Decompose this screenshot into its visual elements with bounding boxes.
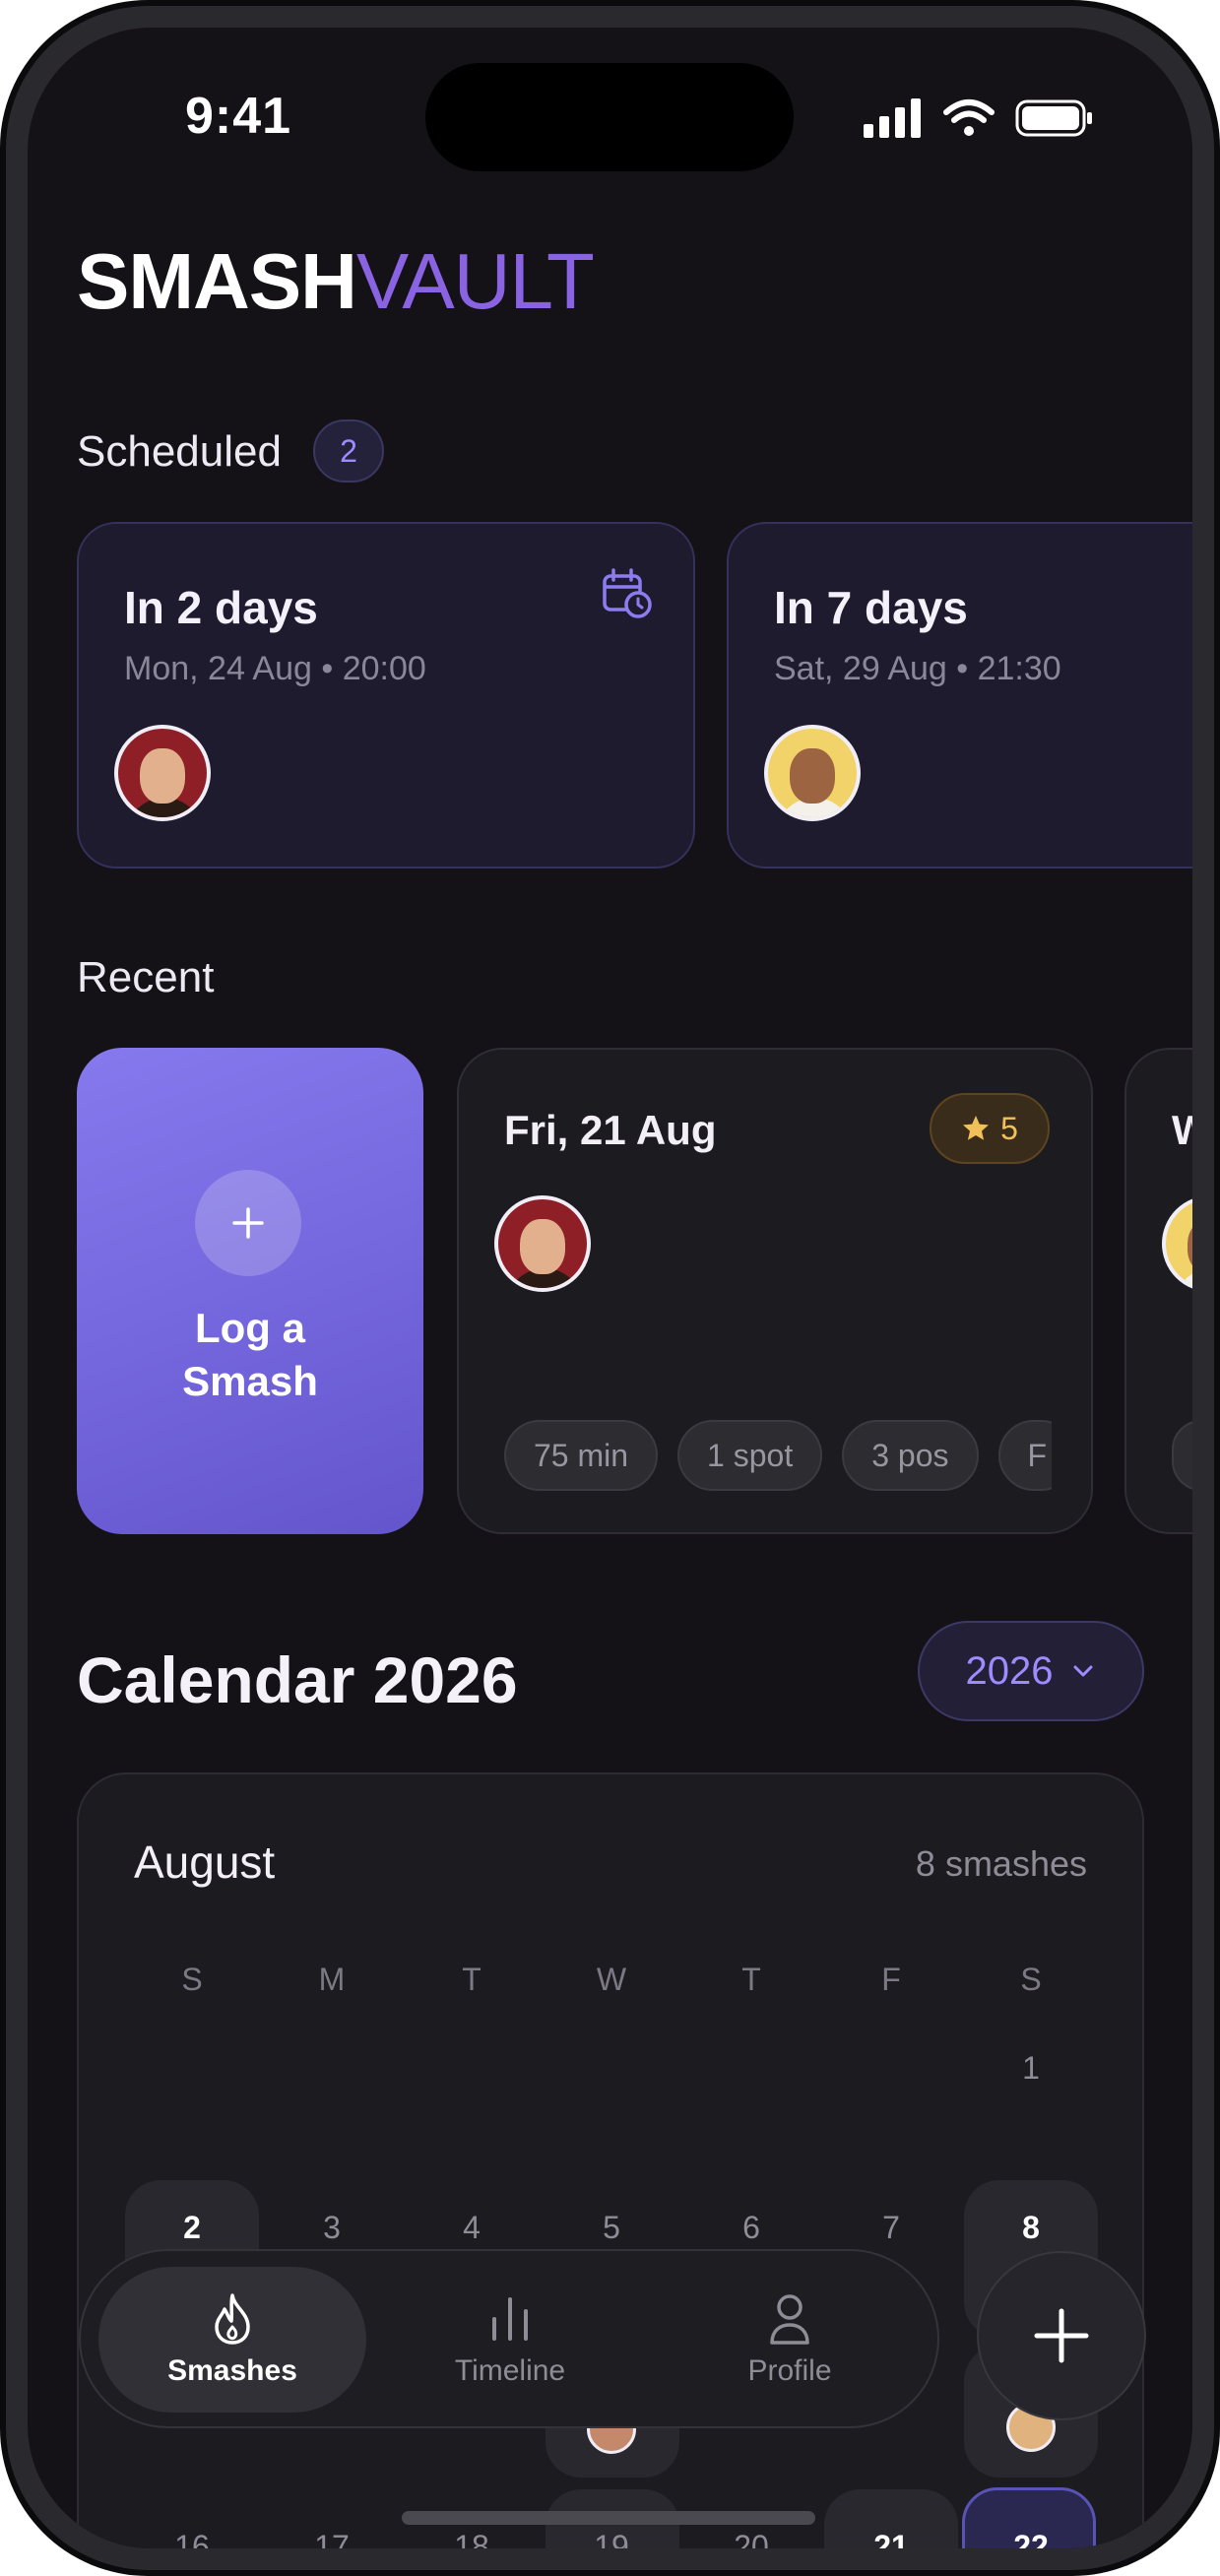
battery-icon	[1015, 99, 1092, 137]
calendar-clock-icon[interactable]	[601, 567, 654, 620]
log-smash-button[interactable]: Log a Smash	[77, 1048, 423, 1534]
calendar-title: Calendar 2026	[77, 1643, 518, 1716]
rating-badge: 5	[930, 1093, 1050, 1164]
month-count: 8 smashes	[915, 1843, 1087, 1884]
calendar-day[interactable]: 19	[542, 2529, 681, 2548]
calendar-day[interactable]: 20	[681, 2529, 821, 2548]
scheduled-card[interactable]: In 7 days Sat, 29 Aug • 21:30	[727, 522, 1192, 869]
status-time: 9:41	[185, 88, 292, 145]
calendar-day[interactable]: 22	[961, 2529, 1101, 2548]
weekday-label: W	[596, 1962, 627, 1997]
flame-icon	[215, 2293, 250, 2345]
weekday-label: S	[1020, 1962, 1042, 1997]
plus-icon	[1034, 2308, 1089, 2363]
stat-chips: 75 min 1 spot 3 pos F	[504, 1420, 1052, 1491]
avatar	[1162, 1195, 1192, 1292]
brand-part2: VAULT	[355, 237, 595, 325]
weekday-label: T	[741, 1962, 761, 1997]
scheduled-datetime: Mon, 24 Aug • 20:00	[124, 650, 426, 687]
calendar-day[interactable]: 16	[122, 2529, 262, 2548]
calendar-day[interactable]: 5	[542, 2210, 681, 2246]
nav-label: Smashes	[167, 2354, 297, 2387]
weekday-label: T	[462, 1962, 482, 1997]
log-smash-label: Log a Smash	[182, 1305, 318, 1404]
recent-date: W	[1172, 1107, 1192, 1153]
scheduled-title: Scheduled	[77, 427, 282, 476]
app-logo: SMASHVAULT	[77, 242, 595, 321]
plus-icon	[195, 1170, 301, 1276]
app-screen: 9:41 SMASHVAULT Scheduled 2 In 2 days Mo…	[28, 28, 1192, 2548]
rating-value: 5	[1000, 1110, 1018, 1146]
home-indicator	[402, 2511, 815, 2525]
stat-chip: 1 spot	[677, 1420, 823, 1491]
wifi-icon	[943, 99, 995, 136]
recent-card[interactable]: W	[1124, 1048, 1192, 1534]
scheduled-when: In 2 days	[124, 582, 318, 633]
year-dropdown[interactable]: 2026	[918, 1621, 1144, 1721]
calendar-day[interactable]: 7	[821, 2210, 961, 2246]
nav-item-smashes[interactable]: Smashes	[98, 2267, 366, 2413]
bottom-nav: Smashes Timeline Profile	[79, 2249, 939, 2428]
month-name: August	[134, 1836, 276, 1888]
add-button[interactable]	[977, 2251, 1146, 2420]
dynamic-island	[425, 63, 794, 171]
weekday-label: S	[181, 1962, 203, 1997]
scheduled-card[interactable]: In 2 days Mon, 24 Aug • 20:00	[77, 522, 695, 869]
recent-card[interactable]: Fri, 21 Aug 5 75 min 1 spot 3 pos F	[457, 1048, 1093, 1534]
calendar-day[interactable]: 8	[961, 2210, 1101, 2246]
avatar	[494, 1195, 591, 1292]
star-icon	[963, 1116, 990, 1140]
weekday-label: M	[318, 1962, 346, 1997]
brand-part1: SMASH	[77, 237, 357, 325]
chevron-down-icon	[1073, 1665, 1093, 1677]
bar-chart-icon	[492, 2297, 528, 2341]
month-card: August 8 smashes S M T W T F S 1 2 3 4 5…	[77, 1772, 1144, 2548]
nav-item-timeline[interactable]: Timeline	[376, 2267, 644, 2413]
phone-frame: 9:41 SMASHVAULT Scheduled 2 In 2 days Mo…	[0, 0, 1220, 2576]
nav-item-profile[interactable]: Profile	[656, 2267, 924, 2413]
scheduled-when: In 7 days	[774, 582, 968, 633]
weekday-label: F	[881, 1962, 901, 1997]
scheduled-datetime: Sat, 29 Aug • 21:30	[774, 650, 1061, 687]
calendar-day[interactable]: 6	[681, 2210, 821, 2246]
stat-chip: 75 min	[504, 1420, 659, 1491]
year-value: 2026	[965, 1648, 1054, 1693]
avatar	[764, 725, 861, 821]
stat-chip: F	[997, 1420, 1052, 1491]
nav-label: Timeline	[454, 2354, 566, 2387]
stat-chip	[1172, 1420, 1192, 1491]
avatar	[114, 725, 211, 821]
calendar-day[interactable]: 3	[262, 2210, 402, 2246]
recent-title: Recent	[77, 953, 215, 1001]
nav-label: Profile	[747, 2354, 832, 2387]
status-icons	[864, 98, 1094, 138]
calendar-day[interactable]: 21	[821, 2529, 961, 2548]
calendar-day[interactable]: 2	[122, 2210, 262, 2246]
calendar-day[interactable]: 17	[262, 2529, 402, 2548]
person-icon	[770, 2294, 809, 2345]
calendar-day[interactable]: 1	[961, 2050, 1101, 2087]
scheduled-count-badge: 2	[313, 419, 384, 483]
calendar-day[interactable]: 4	[402, 2210, 542, 2246]
signal-icon	[864, 98, 921, 138]
calendar-day[interactable]: 18	[402, 2529, 542, 2548]
stat-chip: 3 pos	[842, 1420, 979, 1491]
recent-date: Fri, 21 Aug	[504, 1107, 717, 1153]
